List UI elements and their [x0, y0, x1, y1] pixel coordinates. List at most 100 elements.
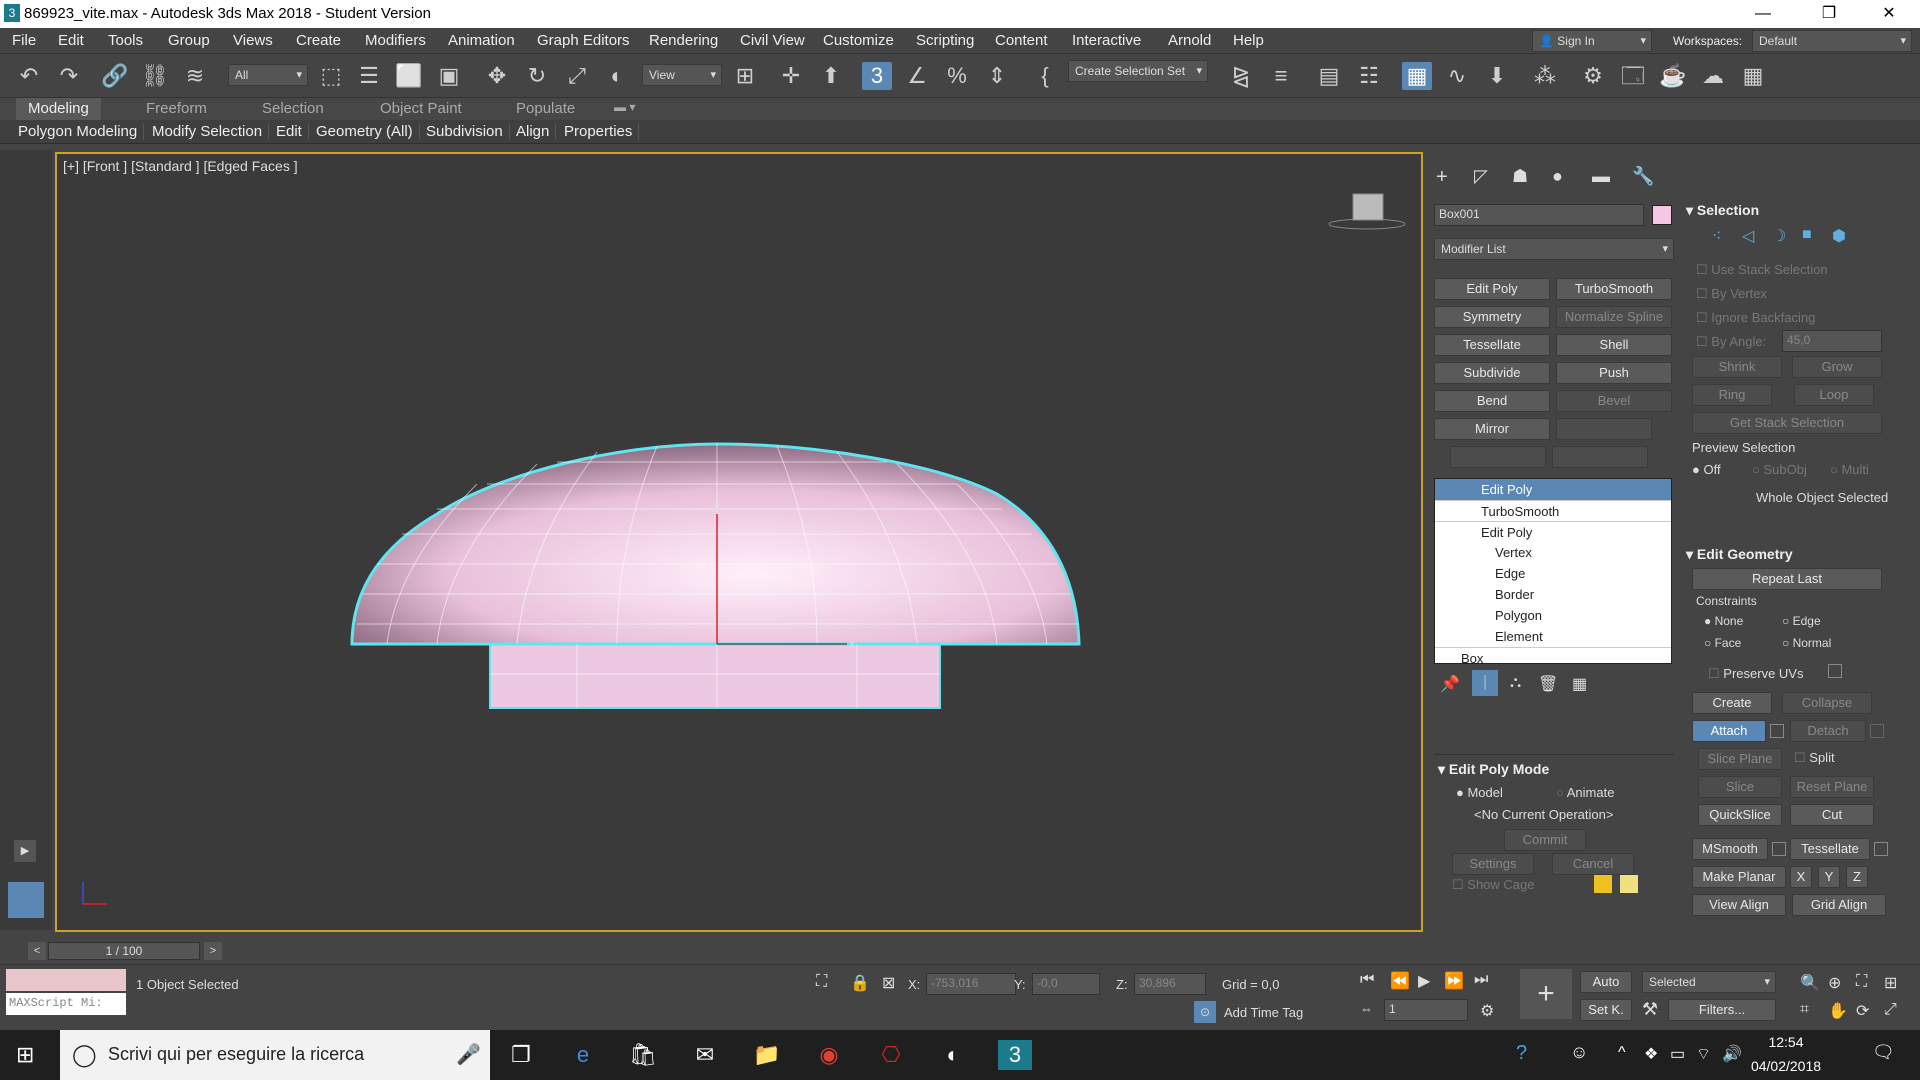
normalize-spline-button[interactable]: Normalize Spline: [1556, 306, 1672, 328]
menu-modifiers[interactable]: Modifiers: [365, 32, 426, 49]
menu-customize[interactable]: Customize: [823, 32, 894, 49]
clock-date[interactable]: 04/02/2018: [1748, 1058, 1824, 1074]
select-manipulate-icon[interactable]: ✛: [776, 62, 806, 90]
slice-button[interactable]: Slice: [1698, 776, 1782, 798]
bend-button[interactable]: Bend: [1434, 390, 1550, 412]
action-center-icon[interactable]: 🗨: [1872, 1042, 1895, 1063]
undo-icon[interactable]: ↶: [14, 62, 44, 90]
reference-coordinate-dropdown[interactable]: View: [642, 64, 722, 86]
window-crossing-icon[interactable]: ▣: [434, 62, 464, 90]
z-coordinate-field[interactable]: 30,896: [1134, 973, 1206, 995]
planar-z-button[interactable]: Z: [1846, 866, 1868, 888]
slice-plane-button[interactable]: Slice Plane: [1698, 748, 1782, 770]
time-slider-thumb[interactable]: 1 / 100: [48, 942, 200, 960]
commit-button[interactable]: Commit: [1504, 829, 1586, 851]
menu-arnold[interactable]: Arnold: [1168, 32, 1211, 49]
zoom-extents-icon[interactable]: ⛶: [1856, 973, 1867, 991]
quickslice-button[interactable]: QuickSlice: [1698, 804, 1782, 826]
make-planar-button[interactable]: Make Planar: [1692, 866, 1786, 888]
angle-snap-icon[interactable]: ∠: [902, 62, 932, 90]
menu-scripting[interactable]: Scripting: [916, 32, 974, 49]
people-icon[interactable]: ☺: [1570, 1042, 1588, 1063]
render-setup-icon[interactable]: 🗔: [1618, 62, 1648, 90]
go-to-end-icon[interactable]: ⏭: [1474, 971, 1488, 989]
go-to-start-icon[interactable]: ⏮: [1360, 971, 1374, 989]
store-icon[interactable]: 🛍: [626, 1040, 660, 1070]
configure-sets-icon[interactable]: ▦: [1572, 674, 1587, 694]
redo-icon[interactable]: ↷: [54, 62, 84, 90]
attach-button[interactable]: Attach: [1692, 720, 1766, 742]
expand-layout-icon[interactable]: ▶: [14, 840, 36, 862]
ribbon-subdivision[interactable]: Subdivision: [420, 123, 510, 140]
select-object-icon[interactable]: ⬚: [316, 62, 346, 90]
volume-icon[interactable]: 🔊: [1722, 1044, 1742, 1064]
wifi-icon[interactable]: ⌔: [1696, 1044, 1711, 1064]
stack-item-vertex[interactable]: Vertex: [1435, 542, 1671, 563]
create-button[interactable]: Create: [1692, 692, 1772, 714]
display-tab-icon[interactable]: ▬: [1592, 166, 1610, 187]
ribbon-align[interactable]: Align: [510, 123, 557, 140]
bevel-button[interactable]: Bevel: [1556, 390, 1672, 412]
ribbon-properties[interactable]: Properties: [558, 123, 640, 140]
tessellate-settings-icon[interactable]: [1874, 842, 1888, 856]
rendered-frame-icon[interactable]: ☕: [1658, 62, 1688, 90]
microphone-icon[interactable]: 🎤: [456, 1042, 481, 1067]
taskbar-search[interactable]: ◯ Scrivi qui per eseguire la ricerca 🎤: [60, 1030, 490, 1080]
menu-graph-editors[interactable]: Graph Editors: [537, 32, 630, 49]
tab-modeling[interactable]: Modeling: [16, 98, 101, 120]
loop-button[interactable]: Loop: [1794, 384, 1874, 406]
absolute-mode-icon[interactable]: ⊠: [882, 973, 895, 993]
tab-object-paint[interactable]: Object Paint: [380, 100, 462, 117]
planar-x-button[interactable]: X: [1790, 866, 1812, 888]
symmetry-button[interactable]: Symmetry: [1434, 306, 1550, 328]
menu-animation[interactable]: Animation: [448, 32, 515, 49]
shell-button[interactable]: Shell: [1556, 334, 1672, 356]
ribbon-options-icon[interactable]: ▬ ▾: [614, 100, 635, 114]
edge-mode-icon[interactable]: ◁: [1742, 226, 1754, 246]
animate-radio[interactable]: ○ Animate: [1556, 785, 1614, 800]
zoom-extents-all-icon[interactable]: ⊞: [1884, 973, 1897, 993]
cage-selected-color-swatch[interactable]: [1620, 875, 1638, 893]
stack-item-border[interactable]: Border: [1435, 584, 1671, 605]
set-key-button[interactable]: Set K.: [1580, 999, 1632, 1021]
motion-tab-icon[interactable]: ●: [1552, 166, 1563, 187]
key-mode-icon[interactable]: ⇔: [1360, 1001, 1373, 1016]
by-vertex-checkbox[interactable]: ☐ By Vertex: [1696, 286, 1767, 302]
preview-subobj-radio[interactable]: ○ SubObj: [1752, 462, 1807, 477]
tab-populate[interactable]: Populate: [516, 100, 575, 117]
ribbon-polygon-modeling[interactable]: Polygon Modeling: [12, 123, 145, 140]
zoom-icon[interactable]: 🔍: [1800, 973, 1820, 993]
isolate-selection-icon[interactable]: ⛶: [816, 973, 827, 991]
tab-selection[interactable]: Selection: [262, 100, 324, 117]
constraint-edge-radio[interactable]: ○ Edge: [1782, 614, 1821, 628]
spinner-snap-icon[interactable]: ⇕: [982, 62, 1012, 90]
pin-stack-icon[interactable]: 📌: [1440, 674, 1460, 694]
mirror-button[interactable]: Mirror: [1434, 418, 1550, 440]
percent-snap-icon[interactable]: %: [942, 62, 972, 90]
show-cage-checkbox[interactable]: ☐ Show Cage: [1452, 877, 1535, 893]
msmooth-settings-icon[interactable]: [1772, 842, 1786, 856]
shrink-button[interactable]: Shrink: [1692, 356, 1782, 378]
ribbon-geometry-all[interactable]: Geometry (All): [310, 123, 420, 140]
border-mode-icon[interactable]: ☽: [1772, 226, 1786, 246]
tab-freeform[interactable]: Freeform: [146, 100, 207, 117]
auto-key-button[interactable]: Auto: [1580, 971, 1632, 993]
menu-file[interactable]: File: [12, 32, 36, 49]
close-icon[interactable]: ✕: [1866, 0, 1912, 28]
get-stack-selection-button[interactable]: Get Stack Selection: [1692, 412, 1882, 434]
vertex-mode-icon[interactable]: ⁖: [1712, 226, 1721, 246]
edit-poly-button[interactable]: Edit Poly: [1434, 278, 1550, 300]
move-icon[interactable]: ✥: [482, 62, 512, 90]
show-end-result-icon[interactable]: ⏐: [1472, 670, 1498, 696]
angle-spinner[interactable]: 45,0: [1782, 330, 1882, 352]
edit-geometry-title[interactable]: ▾ Edit Geometry: [1686, 546, 1793, 563]
repeat-last-button[interactable]: Repeat Last: [1692, 568, 1882, 590]
menu-group[interactable]: Group: [168, 32, 210, 49]
help-icon[interactable]: ?: [1516, 1042, 1527, 1065]
reset-plane-button[interactable]: Reset Plane: [1790, 776, 1874, 798]
modifier-list-dropdown[interactable]: Modifier List: [1434, 238, 1674, 260]
named-selection-set-dropdown[interactable]: Create Selection Set: [1068, 60, 1208, 82]
link-icon[interactable]: 🔗: [100, 62, 130, 90]
use-stack-selection-checkbox[interactable]: ☐ Use Stack Selection: [1696, 262, 1828, 278]
pivot-center-icon[interactable]: ⊞: [730, 62, 760, 90]
